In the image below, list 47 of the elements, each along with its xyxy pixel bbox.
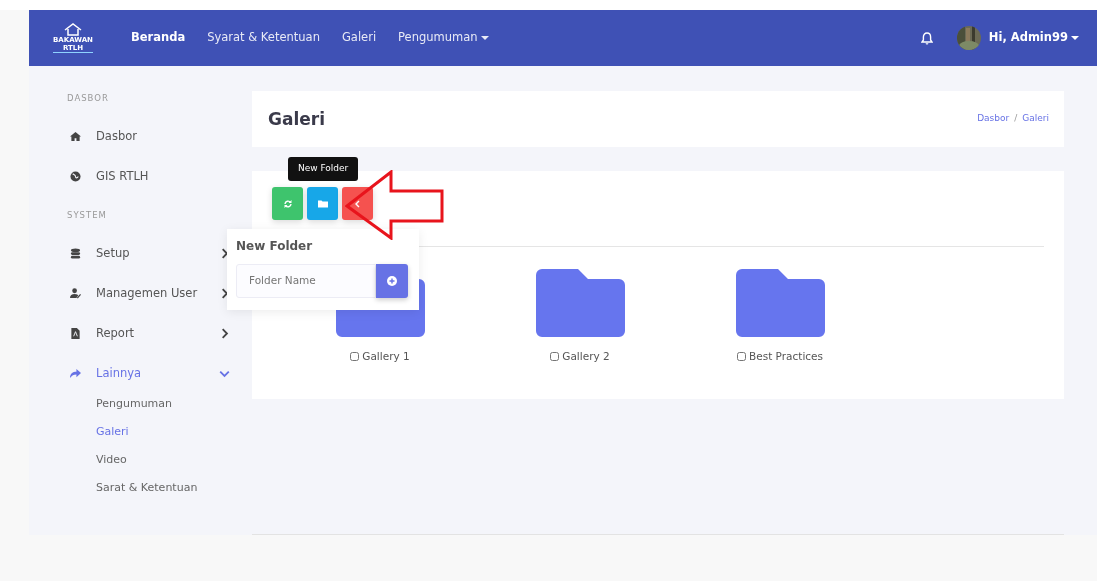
breadcrumb-link[interactable]: Galeri xyxy=(1022,112,1049,126)
globe-icon xyxy=(70,171,81,183)
breadcrumb-separator: / xyxy=(1014,112,1018,126)
sidebar-item[interactable]: Dasbor xyxy=(70,116,250,157)
plus-circle-icon xyxy=(387,276,397,286)
add-folder-button[interactable] xyxy=(376,264,408,298)
folder-checkbox[interactable] xyxy=(350,352,360,362)
notification-bell-icon[interactable] xyxy=(920,31,933,45)
sidebar-item-label: Managemen User xyxy=(96,284,198,302)
submenu-item[interactable]: Galeri xyxy=(96,417,250,446)
sidebar-item-label: Dasbor xyxy=(96,128,137,146)
submenu-item[interactable]: Video xyxy=(96,445,250,474)
user-edit-icon xyxy=(70,288,81,299)
submenu-item[interactable]: Sarat & Ketentuan xyxy=(96,473,250,502)
section-heading: SYSTEM xyxy=(67,208,108,222)
user-menu[interactable]: Hi, Admin99 xyxy=(988,29,1079,47)
nav-link[interactable]: Syarat & Ketentuan xyxy=(207,29,320,47)
folder-name: Gallery 1 xyxy=(362,349,410,364)
sidebar-item-label: Lainnya xyxy=(96,364,142,382)
new-folder-button[interactable] xyxy=(307,187,338,220)
folder-name: Gallery 2 xyxy=(562,349,610,364)
page-title: Galeri xyxy=(268,108,325,130)
section-heading: DASBOR xyxy=(67,92,110,105)
folder-name-field[interactable]: Folder Name xyxy=(236,264,376,298)
nav-link[interactable]: Galeri xyxy=(341,29,377,47)
nav-link[interactable]: Beranda xyxy=(130,29,186,47)
sidebar-item-label: GIS RTLH xyxy=(96,168,149,186)
share-arrow-icon xyxy=(70,368,81,379)
database-icon xyxy=(70,248,81,259)
nav-link[interactable]: Pengumuman xyxy=(398,29,489,47)
sidebar-item[interactable]: Report xyxy=(70,313,250,354)
folder-name: Best Practices xyxy=(749,349,823,364)
refresh-icon xyxy=(282,198,293,209)
house-icon xyxy=(64,22,82,36)
folder-icon xyxy=(535,269,625,337)
breadcrumb-link[interactable]: Dasbor xyxy=(977,112,1010,126)
tooltip: New Folder xyxy=(288,157,359,181)
sidebar-item-label: Setup xyxy=(96,244,130,262)
sidebar-item[interactable]: GIS RTLH xyxy=(70,156,250,197)
folder-icon xyxy=(735,269,825,337)
folder-icon xyxy=(317,198,328,209)
home-icon xyxy=(70,131,81,143)
file-icon xyxy=(70,328,81,339)
sidebar-item-label: Report xyxy=(96,324,135,342)
folder-checkbox[interactable] xyxy=(737,352,746,362)
folder-checkbox[interactable] xyxy=(550,352,560,362)
popover-title: New Folder xyxy=(236,238,314,255)
